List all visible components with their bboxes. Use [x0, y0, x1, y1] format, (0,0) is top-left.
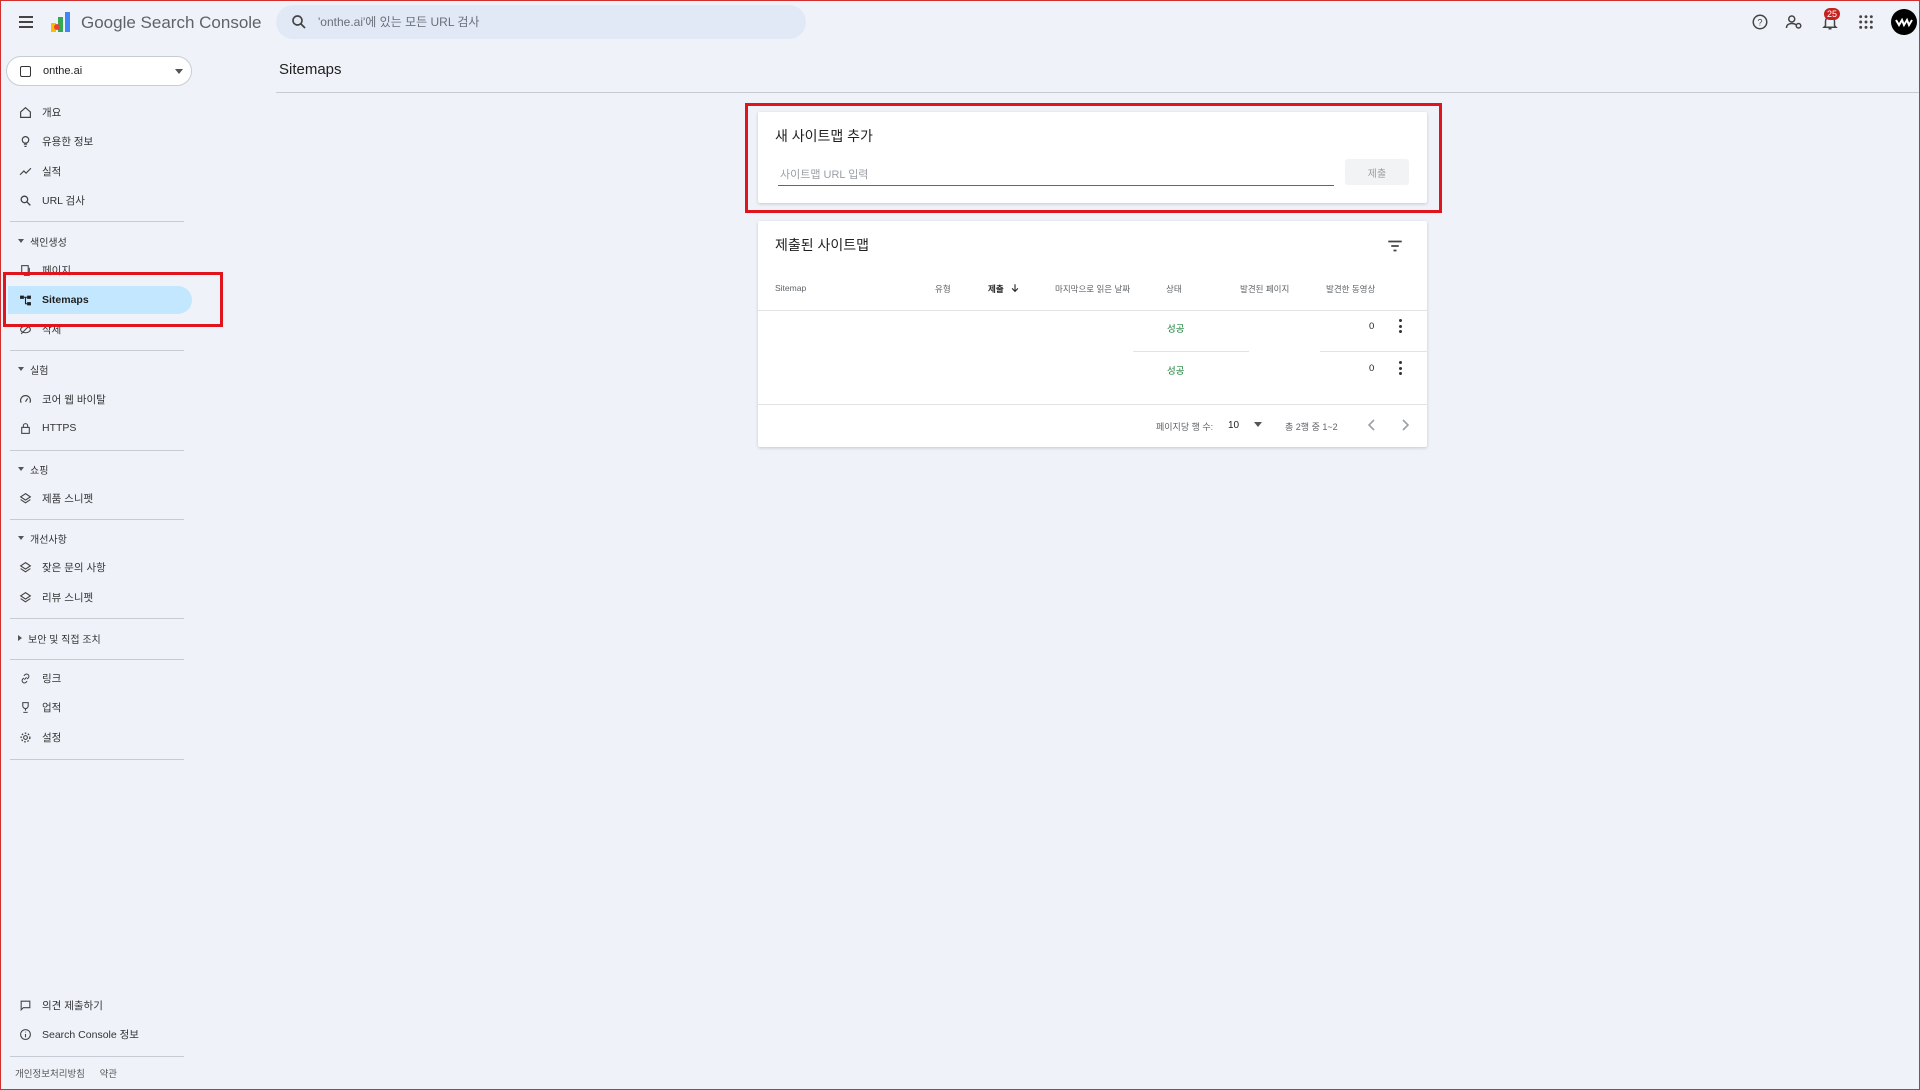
lightbulb-icon [17, 133, 33, 149]
info-icon [17, 1026, 33, 1042]
sidebar-divider [10, 221, 184, 222]
caret-down-icon [1253, 422, 1262, 427]
link-icon [17, 670, 33, 686]
gear-icon [17, 729, 33, 745]
caret-down-icon [175, 69, 183, 74]
submitted-sitemaps-title: 제출된 사이트맵 [775, 237, 870, 253]
sidebar-item-faq[interactable]: 잦은 문의 사항 [8, 553, 192, 581]
page-range: 총 2행 중 1~2 [1285, 422, 1338, 432]
sidebar-divider [10, 519, 184, 520]
col-header-last-read[interactable]: 마지막으로 읽은 날짜 [1055, 283, 1130, 295]
sidebar-item-core-web-vitals[interactable]: 코어 웹 바이탈 [8, 385, 192, 413]
caret-down-icon [18, 536, 24, 540]
sidebar-divider [10, 759, 184, 760]
sidebar-item-url-inspection[interactable]: URL 검사 [8, 186, 192, 214]
rows-per-page-select[interactable]: 10 [1228, 420, 1262, 431]
more-vert-icon[interactable] [1395, 361, 1405, 375]
sidebar-divider [10, 1056, 184, 1057]
highlight-box [3, 272, 223, 327]
trending-up-icon [17, 163, 33, 179]
page-title: Sitemaps [279, 61, 342, 78]
trophy-icon [17, 699, 33, 715]
col-header-status[interactable]: 상태 [1166, 283, 1182, 295]
home-icon [17, 104, 33, 120]
caret-down-icon [18, 239, 24, 243]
arrow-down-icon [1011, 284, 1019, 293]
feedback-icon [17, 997, 33, 1013]
apps-grid-icon[interactable] [1855, 11, 1877, 33]
search-icon [292, 15, 306, 29]
property-selector[interactable]: onthe.ai [6, 56, 192, 86]
top-bar: Google Search Console ? 25 [0, 0, 1920, 44]
more-vert-icon[interactable] [1395, 319, 1405, 333]
menu-icon[interactable] [14, 10, 38, 34]
submitted-sitemaps-card: 제출된 사이트맵 Sitemap 유형 제출 마지막으로 읽은 날짜 상태 발견… [758, 221, 1427, 447]
sidebar-divider [10, 450, 184, 451]
rows-per-page-label: 페이지당 행 수: [1156, 422, 1214, 432]
account-avatar[interactable] [1891, 9, 1917, 35]
sidebar-item-review-snippets[interactable]: 리뷰 스니펫 [8, 583, 192, 611]
videos-cell: 0 [1369, 321, 1375, 332]
speed-icon [17, 391, 33, 407]
svg-text:?: ? [1757, 17, 1762, 27]
col-header-submitted[interactable]: 제출 [988, 283, 1020, 295]
col-header-sitemap[interactable]: Sitemap [775, 283, 806, 293]
lock-icon [17, 420, 33, 436]
layers-icon [17, 490, 33, 506]
layers-icon [17, 589, 33, 605]
help-icon[interactable]: ? [1749, 11, 1771, 33]
title-divider [276, 92, 1920, 93]
highlight-box [745, 103, 1442, 213]
status-cell: 성공 [1167, 366, 1185, 377]
sidebar-item-insights[interactable]: 유용한 정보 [8, 127, 192, 155]
privacy-link[interactable]: 개인정보처리방침 [15, 1069, 85, 1080]
table-row-divider [758, 310, 1427, 311]
caret-down-icon [18, 467, 24, 471]
sidebar-section-security[interactable]: 보안 및 직접 조치 [18, 630, 101, 646]
url-inspect-search[interactable] [276, 5, 806, 39]
sidebar-item-performance[interactable]: 실적 [8, 157, 192, 185]
layers-icon [17, 559, 33, 575]
caret-down-icon [18, 367, 24, 371]
terms-link[interactable]: 약관 [100, 1069, 117, 1080]
property-icon [20, 66, 31, 77]
footer-links: 개인정보처리방침 약관 [15, 1066, 129, 1080]
sidebar-item-https[interactable]: HTTPS [8, 414, 192, 442]
property-name: onthe.ai [43, 65, 83, 77]
table-footer-divider [758, 404, 1427, 405]
table-row-divider [1133, 351, 1249, 352]
sidebar-divider [10, 659, 184, 660]
sidebar-item-about[interactable]: Search Console 정보 [8, 1020, 192, 1048]
sidebar-item-feedback[interactable]: 의견 제출하기 [8, 991, 192, 1019]
col-header-discovered-videos[interactable]: 발견한 동영상 [1326, 283, 1375, 295]
filter-icon[interactable] [1386, 237, 1404, 255]
col-header-type[interactable]: 유형 [935, 283, 951, 295]
chevron-left-icon[interactable] [1367, 419, 1377, 431]
sidebar-item-achievements[interactable]: 업적 [8, 693, 192, 721]
sidebar-divider [10, 618, 184, 619]
col-header-discovered-pages[interactable]: 발견된 페이지 [1240, 283, 1289, 295]
sidebar-item-links[interactable]: 링크 [8, 664, 192, 692]
sidebar-item-product-snippets[interactable]: 제품 스니펫 [8, 484, 192, 512]
notification-badge: 25 [1824, 8, 1841, 20]
videos-cell: 0 [1369, 363, 1375, 374]
sidebar-item-settings[interactable]: 설정 [8, 723, 192, 751]
search-input[interactable] [318, 5, 788, 39]
sidebar-item-overview[interactable]: 개요 [8, 98, 192, 126]
app-brand[interactable]: Google Search Console [81, 13, 262, 33]
search-console-logo [51, 12, 70, 32]
sidebar-divider [10, 350, 184, 351]
sidebar-section-experience[interactable]: 실험 [18, 361, 48, 377]
search-icon [17, 192, 33, 208]
manage-users-icon[interactable] [1783, 11, 1805, 33]
table-row-divider [1320, 351, 1427, 352]
sidebar-section-shopping[interactable]: 쇼핑 [18, 461, 48, 477]
sidebar-section-indexing[interactable]: 색인생성 [18, 233, 67, 249]
caret-right-icon [18, 635, 22, 641]
status-cell: 성공 [1167, 324, 1185, 335]
chevron-right-icon[interactable] [1400, 419, 1410, 431]
sidebar-section-enhancements[interactable]: 개선사항 [18, 530, 67, 546]
